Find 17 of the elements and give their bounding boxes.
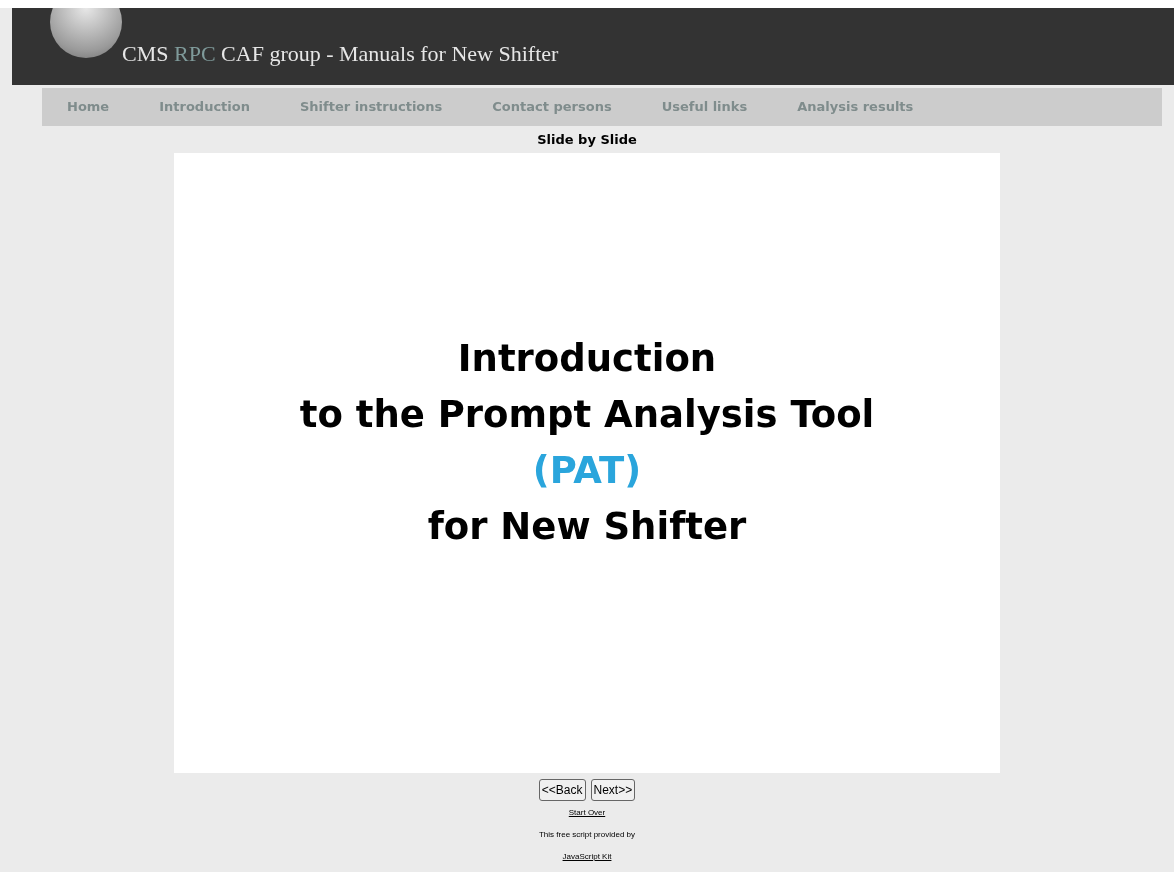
nav-link[interactable]: Home bbox=[67, 97, 110, 117]
slide-title-line: for New Shifter bbox=[427, 504, 747, 550]
nav-link[interactable]: Analysis results bbox=[797, 97, 914, 117]
credit-link[interactable]: JavaScript Kit bbox=[562, 851, 612, 863]
start-over-link[interactable]: Start Over bbox=[568, 807, 606, 819]
slide-nav-button[interactable]: <<Back bbox=[538, 779, 586, 801]
nav-link[interactable]: Shifter instructions bbox=[299, 97, 443, 117]
slideshow-caption: Slide by Slide bbox=[537, 131, 637, 149]
slide-title-line: (PAT) bbox=[532, 448, 642, 494]
slide-title-line: to the Prompt Analysis Tool bbox=[299, 392, 875, 438]
nav-link[interactable]: Contact persons bbox=[492, 97, 612, 117]
nav-link[interactable]: Introduction bbox=[159, 97, 250, 117]
site-title: CMS RPC CAF group - Manuals for New Shifter bbox=[122, 43, 559, 65]
slide-nav-button[interactable]: Next>> bbox=[590, 779, 636, 801]
slide-title-line: Introduction bbox=[457, 336, 717, 382]
credit-text: This free script provided by bbox=[538, 829, 635, 841]
nav-link[interactable]: Useful links bbox=[661, 97, 748, 117]
